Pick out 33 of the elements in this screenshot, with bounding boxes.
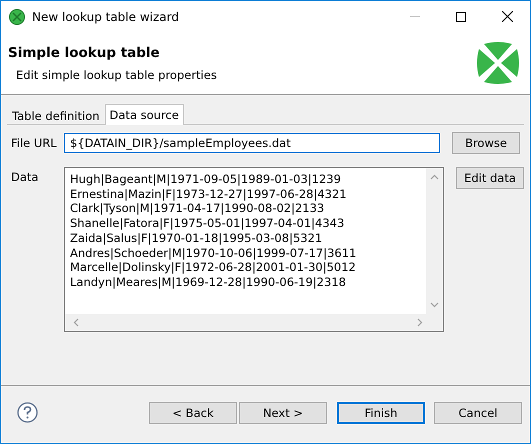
window-title: New lookup table wizard [32, 10, 180, 24]
field-label: Data [11, 169, 40, 184]
wizard-button[interactable]: Cancel [434, 402, 522, 424]
tab[interactable]: Data source [104, 104, 184, 125]
field-label: File URL [11, 136, 58, 150]
scroll-up-icon[interactable] [430, 174, 439, 180]
data-line: Shanelle|Fatora|F|1975-05-01|1997-04-01|4343 [70, 216, 346, 231]
file-url-field[interactable]: ${DATAIN_DIR}/sampleEmployees.dat [64, 133, 440, 153]
data-line: Zaida|Salus|F|1970-01-18|1995-03-08|5321 [70, 230, 324, 246]
browse-button[interactable]: Browse [452, 132, 520, 154]
data-line: Hugh|Bageant|M|1971-09-05|1989-01-03|1239 [70, 172, 342, 187]
scroll-down-icon[interactable] [430, 302, 439, 308]
minimize-icon [410, 16, 420, 17]
data-line: Andres|Schoeder|M|1970-10-06|1999-07-17|3611 [70, 246, 358, 260]
help-icon[interactable] [17, 402, 38, 423]
wizard-button[interactable]: Finish [337, 402, 425, 424]
page-title: Simple lookup table [8, 44, 161, 60]
wizard-button[interactable]: Next > [239, 402, 327, 424]
data-line: Ernestina|Mazin|F|1973-12-27|1997-06-28|4321 [70, 186, 348, 202]
edit-data-button[interactable]: Edit data [456, 167, 524, 189]
page-description: Edit simple lookup table properties [16, 68, 218, 82]
wizard-button[interactable]: < Back [149, 402, 237, 424]
data-line: Clark|Tyson|M|1971-04-17|1990-08-02|2133 [70, 201, 326, 216]
clover-icon [9, 8, 25, 24]
data-line: Marcelle|Dolinsky|F|1972-06-28|2001-01-30|5012 [70, 260, 357, 275]
clover-logo-icon [476, 41, 520, 85]
scroll-left-icon[interactable] [73, 318, 79, 327]
maximize-icon [456, 12, 466, 22]
data-text-area[interactable] [64, 167, 444, 332]
scroll-right-icon[interactable] [417, 318, 423, 327]
tab[interactable]: Table definition [7, 106, 105, 124]
close-icon [502, 11, 512, 22]
data-line: Landyn|Meares|M|1969-12-28|1990-06-19|2318 [70, 274, 347, 290]
